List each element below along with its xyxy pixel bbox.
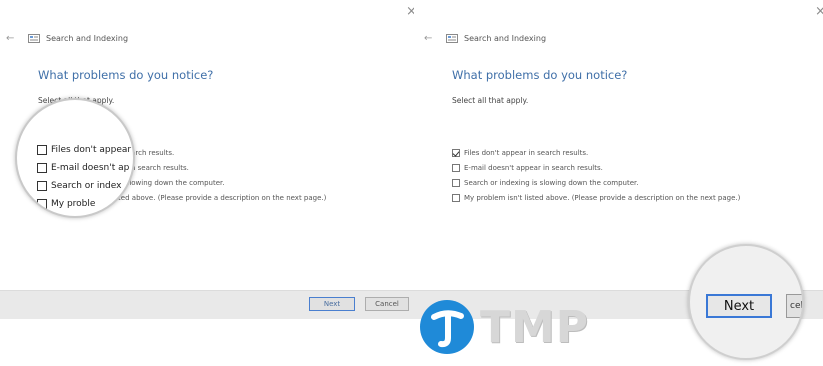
option-label: Search or indexing is slowing down the c… — [464, 178, 639, 187]
checkbox[interactable] — [452, 178, 460, 187]
option-email[interactable]: E-mail doesn't appear in search results. — [452, 161, 740, 174]
checkbox-checked[interactable] — [452, 148, 460, 157]
page-heading: What problems do you notice? — [38, 68, 214, 82]
option-label: My problem isn't listed above. (Please p… — [464, 193, 741, 202]
left-titlebar: ← Search and Indexing — [6, 30, 128, 46]
logo-text: TMP — [480, 301, 590, 353]
magnified-label: Search or index — [51, 181, 122, 191]
option-slow[interactable]: Search or indexing is slowing down the c… — [452, 176, 740, 189]
close-icon[interactable]: × — [815, 4, 823, 19]
checkbox — [37, 181, 47, 191]
option-other[interactable]: My problem isn't listed above. (Please p… — [452, 191, 740, 204]
magnified-option: Files don't appear — [37, 145, 131, 155]
search-indexing-app-icon — [28, 33, 40, 43]
back-arrow-icon[interactable]: ← — [424, 33, 440, 44]
window-title: Search and Indexing — [46, 33, 129, 43]
option-files[interactable]: Files don't appear in search results. — [452, 146, 740, 159]
magnified-option: My proble — [37, 199, 95, 209]
magnifier-left: Files don't appear E-mail doesn't ap Sea… — [15, 98, 135, 218]
magnified-label: E-mail doesn't ap — [51, 163, 130, 173]
tmp-logo: TMP — [420, 298, 589, 356]
select-all-hint: Select all that apply. — [452, 96, 529, 105]
right-titlebar: ← Search and Indexing — [424, 30, 546, 46]
checkbox — [37, 199, 47, 209]
checkbox[interactable] — [452, 193, 460, 202]
search-indexing-app-icon — [446, 33, 458, 43]
magnified-label: My proble — [51, 199, 96, 209]
checkbox — [37, 163, 47, 173]
checkbox — [37, 145, 47, 155]
option-label: E-mail doesn't appear in search results. — [464, 163, 603, 172]
magnified-label: Files don't appear — [51, 145, 132, 155]
back-arrow-icon[interactable]: ← — [6, 33, 22, 44]
problem-options: Files don't appear in search results. E-… — [452, 146, 740, 206]
cancel-button[interactable]: cel — [786, 294, 802, 318]
next-button[interactable]: Next — [706, 294, 772, 318]
magnified-option: Search or index — [37, 181, 121, 191]
checkbox[interactable] — [452, 163, 460, 172]
magnified-option: E-mail doesn't ap — [37, 163, 129, 173]
magnifier-right: Next cel — [688, 244, 804, 360]
option-label: Files don't appear in search results. — [464, 148, 589, 157]
page-heading: What problems do you notice? — [452, 68, 628, 82]
left-footer: Next Cancel — [0, 290, 414, 319]
window-title: Search and Indexing — [464, 33, 547, 43]
cancel-button[interactable]: Cancel — [365, 297, 409, 311]
logo-circle-icon — [420, 300, 474, 354]
next-button[interactable]: Next — [309, 297, 355, 311]
